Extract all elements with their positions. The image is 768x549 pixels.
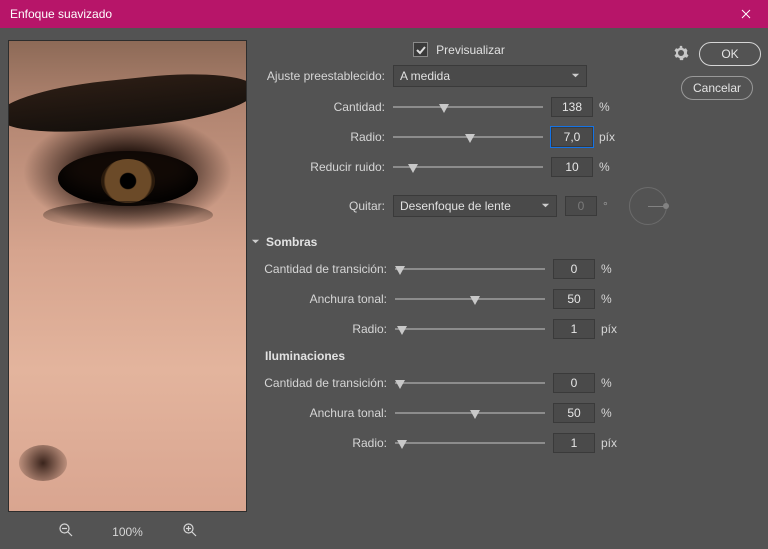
preset-value: A medida (400, 69, 450, 83)
noise-input[interactable]: 10 (551, 157, 593, 177)
shadows-radius-input[interactable]: 1 (553, 319, 595, 339)
preview-image[interactable] (8, 40, 247, 512)
preset-select[interactable]: A medida (393, 65, 587, 87)
highlights-fade-row: Cantidad de transición: 0 % (251, 373, 667, 393)
shadows-tonal-input[interactable]: 50 (553, 289, 595, 309)
radius-input[interactable]: 7,0 (551, 127, 593, 147)
highlights-tonal-row: Anchura tonal: 50 % (251, 403, 667, 423)
shadows-radius-label: Radio: (251, 322, 395, 336)
chevron-down-icon (251, 235, 260, 249)
titlebar: Enfoque suavizado (0, 0, 768, 28)
chevron-down-icon (541, 199, 550, 213)
check-icon (416, 45, 426, 55)
close-icon (741, 9, 751, 19)
zoom-in-icon (182, 522, 198, 538)
highlights-radius-input[interactable]: 1 (553, 433, 595, 453)
highlights-tonal-slider[interactable] (395, 405, 545, 421)
zoom-out-icon (58, 522, 74, 538)
shadows-fade-input[interactable]: 0 (553, 259, 595, 279)
shadows-tonal-label: Anchura tonal: (251, 292, 395, 306)
preview-column: 100% (8, 36, 247, 541)
dialog-window: Enfoque suavizado 100% (0, 0, 768, 543)
remove-label: Quitar: (251, 199, 393, 213)
ok-button[interactable]: OK (699, 42, 761, 66)
highlights-tonal-label: Anchura tonal: (251, 406, 395, 420)
close-button[interactable] (724, 0, 768, 28)
shadows-tonal-slider[interactable] (395, 291, 545, 307)
remove-select[interactable]: Desenfoque de lente (393, 195, 557, 217)
remove-value: Desenfoque de lente (400, 199, 511, 213)
noise-slider[interactable] (393, 159, 543, 175)
radius-row: Radio: 7,0 píx (251, 127, 667, 147)
dialog-body: 100% Previsualizar Ajuste preestablecido… (0, 28, 768, 549)
amount-row: Cantidad: 138 % (251, 97, 667, 117)
window-title: Enfoque suavizado (10, 7, 112, 21)
highlights-radius-unit: píx (595, 436, 627, 450)
preview-checkbox[interactable] (413, 42, 428, 57)
shadows-fade-unit: % (595, 262, 627, 276)
amount-input[interactable]: 138 (551, 97, 593, 117)
amount-unit: % (593, 100, 625, 114)
noise-unit: % (593, 160, 625, 174)
highlights-header: Iluminaciones (265, 349, 667, 363)
settings-button[interactable] (673, 45, 689, 64)
highlights-fade-slider[interactable] (395, 375, 545, 391)
shadows-fade-row: Cantidad de transición: 0 % (251, 259, 667, 279)
amount-slider[interactable] (393, 99, 543, 115)
amount-label: Cantidad: (251, 100, 393, 114)
radius-label: Radio: (251, 130, 393, 144)
shadows-radius-slider[interactable] (395, 321, 545, 337)
highlights-fade-label: Cantidad de transición: (251, 376, 395, 390)
highlights-tonal-unit: % (595, 406, 627, 420)
preview-checkbox-label: Previsualizar (436, 43, 505, 57)
shadows-fade-slider[interactable] (395, 261, 545, 277)
highlights-title: Iluminaciones (265, 349, 345, 363)
preview-row: Previsualizar (251, 42, 667, 57)
shadows-fade-label: Cantidad de transición: (251, 262, 395, 276)
highlights-radius-slider[interactable] (395, 435, 545, 451)
gear-icon (673, 45, 689, 61)
zoom-out-button[interactable] (58, 522, 74, 541)
highlights-fade-input[interactable]: 0 (553, 373, 595, 393)
cancel-button[interactable]: Cancelar (681, 76, 753, 100)
preset-row: Ajuste preestablecido: A medida (251, 65, 667, 87)
radius-unit: píx (593, 130, 625, 144)
shadows-header[interactable]: Sombras (251, 235, 667, 249)
highlights-group: Cantidad de transición: 0 % Anchura tona… (251, 373, 667, 453)
angle-dial (629, 187, 667, 225)
angle-input: 0 (565, 196, 597, 216)
zoom-level: 100% (108, 525, 148, 539)
remove-row: Quitar: Desenfoque de lente 0 ° (251, 187, 667, 225)
shadows-group: Cantidad de transición: 0 % Anchura tona… (251, 259, 667, 339)
shadows-tonal-row: Anchura tonal: 50 % (251, 289, 667, 309)
controls-column: Previsualizar Ajuste preestablecido: A m… (247, 36, 673, 541)
noise-row: Reducir ruido: 10 % (251, 157, 667, 177)
chevron-down-icon (571, 69, 580, 83)
highlights-radius-row: Radio: 1 píx (251, 433, 667, 453)
highlights-fade-unit: % (595, 376, 627, 390)
shadows-radius-row: Radio: 1 píx (251, 319, 667, 339)
highlights-tonal-input[interactable]: 50 (553, 403, 595, 423)
highlights-radius-label: Radio: (251, 436, 395, 450)
noise-label: Reducir ruido: (251, 160, 393, 174)
zoom-in-button[interactable] (182, 522, 198, 541)
zoom-bar: 100% (58, 522, 198, 541)
radius-slider[interactable] (393, 129, 543, 145)
shadows-radius-unit: píx (595, 322, 627, 336)
preset-label: Ajuste preestablecido: (251, 69, 393, 83)
shadows-tonal-unit: % (595, 292, 627, 306)
shadows-title: Sombras (266, 235, 317, 249)
angle-unit: ° (597, 199, 623, 213)
button-column: OK Cancelar (673, 36, 768, 541)
